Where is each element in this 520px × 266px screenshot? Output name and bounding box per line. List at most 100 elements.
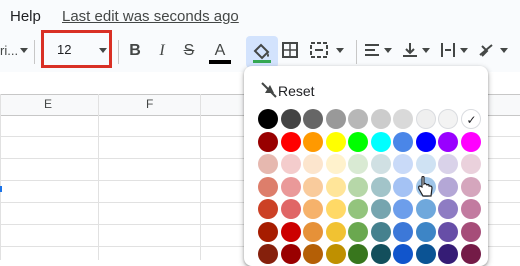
color-swatch[interactable] [303,131,323,152]
text-color-bar [209,60,231,64]
color-swatch[interactable] [415,154,436,174]
color-swatch[interactable] [258,131,278,152]
cell-cursor-mark [0,186,2,192]
color-swatch[interactable] [325,109,346,129]
bold-button[interactable]: B [126,40,144,62]
strikethrough-button[interactable]: S [180,40,198,62]
color-swatch[interactable] [370,244,391,264]
color-swatch[interactable] [258,244,278,264]
align-horizontal-icon[interactable] [364,42,380,58]
color-swatch[interactable] [393,176,413,197]
color-swatch[interactable] [280,176,301,197]
chevron-down-icon[interactable] [460,48,468,53]
color-swatch[interactable] [415,109,436,129]
color-swatch[interactable] [460,154,481,174]
text-wrap-icon[interactable] [440,42,456,58]
color-swatch[interactable] [393,109,413,129]
color-swatch[interactable] [370,176,391,197]
chevron-down-icon[interactable] [384,48,392,53]
text-rotation-icon[interactable] [478,42,496,58]
color-swatch[interactable] [438,244,458,264]
color-swatch[interactable] [258,154,278,174]
color-swatch[interactable] [348,244,368,264]
last-edit-link[interactable]: Last edit was seconds ago [62,8,239,25]
color-swatch[interactable] [280,131,301,152]
color-swatch[interactable] [415,131,436,152]
color-swatch[interactable] [325,131,346,152]
color-swatch[interactable] [348,199,368,219]
color-swatch[interactable] [460,221,481,242]
color-swatch[interactable] [258,199,278,219]
color-swatch[interactable] [348,131,368,152]
chevron-down-icon[interactable] [336,48,344,53]
color-swatch[interactable] [280,244,301,264]
color-swatch[interactable] [348,221,368,242]
fill-color-button[interactable] [246,36,278,68]
color-swatch[interactable] [460,244,481,264]
color-swatch[interactable] [415,199,436,219]
color-swatch[interactable] [438,154,458,174]
color-swatch[interactable] [325,221,346,242]
column-header-e[interactable]: E [44,97,52,111]
format-color-reset-icon[interactable] [260,81,278,99]
text-color-button[interactable]: A [209,40,231,64]
italic-button[interactable]: I [153,40,171,62]
toolbar-divider [34,40,35,64]
color-swatch[interactable] [393,131,413,152]
color-swatch[interactable] [280,109,301,129]
color-swatch[interactable] [303,199,323,219]
color-swatch[interactable] [303,244,323,264]
color-swatch[interactable] [438,109,458,129]
color-swatch[interactable] [348,176,368,197]
menu-help[interactable]: Help [10,8,41,25]
font-size-input[interactable]: 12 [57,42,71,57]
color-swatch[interactable] [303,154,323,174]
color-swatch[interactable] [258,176,278,197]
color-swatch[interactable] [393,244,413,264]
toolbar-divider [118,40,119,64]
color-swatch[interactable] [438,131,458,152]
color-swatch[interactable] [325,199,346,219]
color-swatch[interactable] [325,176,346,197]
color-swatch[interactable] [438,199,458,219]
checkmark-icon: ✓ [466,113,477,127]
color-swatch[interactable] [303,109,323,129]
chevron-down-icon[interactable] [500,48,508,53]
color-swatch[interactable] [393,221,413,242]
color-swatch[interactable] [258,221,278,242]
column-header-f[interactable]: F [146,97,153,111]
color-swatch[interactable] [438,176,458,197]
color-swatch[interactable] [280,221,301,242]
color-swatch[interactable] [415,244,436,264]
color-swatch[interactable] [370,199,391,219]
color-swatch[interactable] [460,131,481,152]
color-swatch[interactable] [325,154,346,174]
color-swatch[interactable]: ✓ [460,109,481,129]
color-swatch[interactable] [415,221,436,242]
color-swatch[interactable] [348,109,368,129]
borders-icon[interactable] [282,42,298,58]
color-swatch[interactable] [460,199,481,219]
chevron-down-icon[interactable] [99,48,107,53]
color-swatch[interactable] [393,154,413,174]
grid-line [0,94,1,260]
color-swatch[interactable] [460,176,481,197]
color-swatch[interactable] [325,244,346,264]
color-swatch[interactable] [348,154,368,174]
color-swatch[interactable] [303,176,323,197]
reset-button[interactable]: Reset [278,83,315,99]
align-vertical-icon[interactable] [402,42,418,58]
color-swatch[interactable] [303,221,323,242]
color-swatch[interactable] [438,221,458,242]
color-swatch[interactable] [370,131,391,152]
merge-cells-icon[interactable] [310,42,328,58]
color-swatch[interactable] [370,109,391,129]
color-swatch[interactable] [370,221,391,242]
chevron-down-icon[interactable] [422,48,430,53]
color-swatch[interactable] [280,154,301,174]
color-swatch[interactable] [280,199,301,219]
color-swatch[interactable] [393,199,413,219]
color-swatch[interactable] [370,154,391,174]
color-swatch[interactable] [258,109,278,129]
font-family-select[interactable]: ri... [0,43,18,58]
